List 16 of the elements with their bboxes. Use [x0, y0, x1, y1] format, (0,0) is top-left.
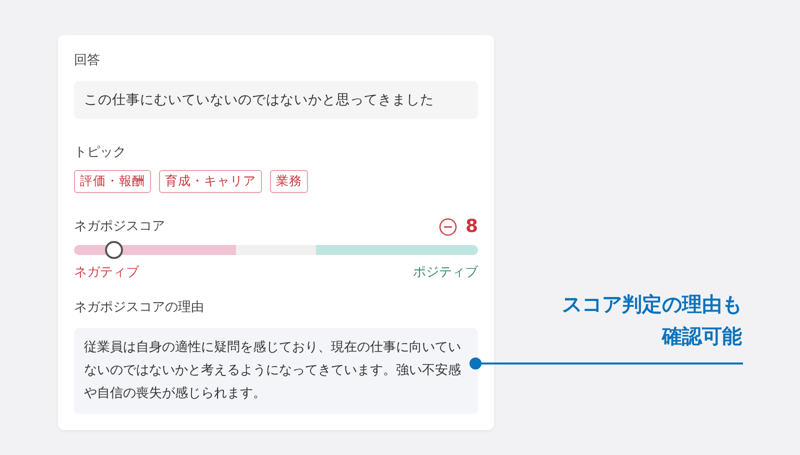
field-label: ネガポジスコアの理由 — [74, 299, 205, 317]
field-label: 回答 — [74, 52, 101, 70]
field-label: トピック — [74, 144, 127, 162]
scale-label: ネガティブ — [74, 264, 139, 282]
minus-circle-icon — [439, 218, 458, 236]
topic-tag: 育成・キャリア — [159, 170, 262, 193]
field-label: ネガポジスコア — [74, 218, 165, 236]
answer-box: この仕事にむいていないのではないかと思ってきました — [74, 80, 478, 119]
scale-label: ポジティブ — [413, 264, 478, 282]
slider-thumb[interactable] — [105, 240, 124, 258]
callout-text: スコア判定の理由も — [562, 291, 742, 318]
callout-text: 確認可能 — [660, 323, 742, 350]
reason-text: 従業員は自身の適性に疑問を感じており、現在の仕事に向いていないのではないかと考えるようになってきています。強い不安感や自信の喪失が感じられます。 — [74, 328, 478, 414]
topic-tag: 評価・報酬 — [74, 170, 151, 193]
topic-tag: 業務 — [270, 170, 308, 193]
score-value: 8 — [465, 218, 478, 236]
